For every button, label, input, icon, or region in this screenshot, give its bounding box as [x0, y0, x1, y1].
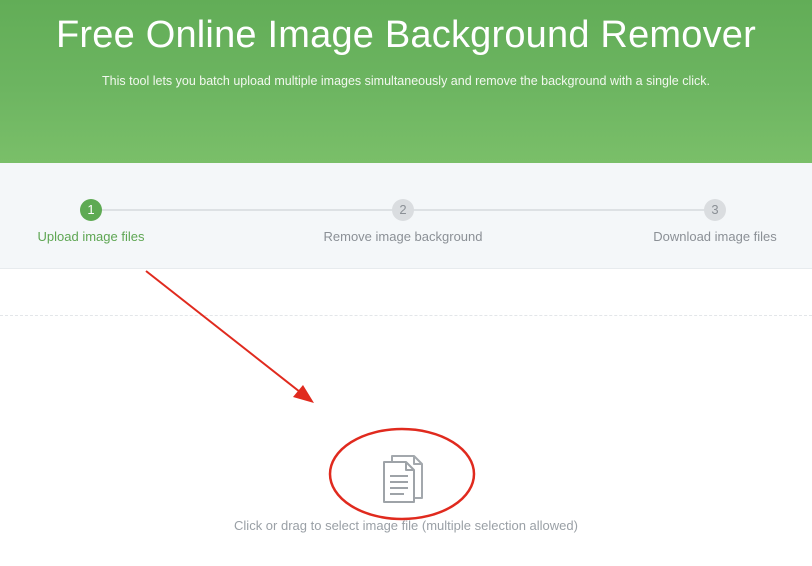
step-number: 2: [392, 199, 414, 221]
page: Free Online Image Background Remover Thi…: [0, 0, 812, 566]
step-number: 3: [704, 199, 726, 221]
step-label: Download image files: [653, 229, 777, 244]
page-title: Free Online Image Background Remover: [56, 14, 756, 56]
upload-hint-text[interactable]: Click or drag to select image file (mult…: [0, 518, 812, 533]
step-label: Upload image files: [37, 229, 145, 244]
upload-dropzone[interactable]: Click or drag to select image file (mult…: [0, 316, 812, 566]
document-icon[interactable]: [380, 454, 426, 504]
steps-progress: 1 Upload image files 2 Remove image back…: [0, 163, 812, 269]
page-subtitle: This tool lets you batch upload multiple…: [102, 74, 710, 88]
hero-banner: Free Online Image Background Remover Thi…: [0, 0, 812, 163]
step-number: 1: [80, 199, 102, 221]
step-label: Remove image background: [323, 229, 483, 244]
